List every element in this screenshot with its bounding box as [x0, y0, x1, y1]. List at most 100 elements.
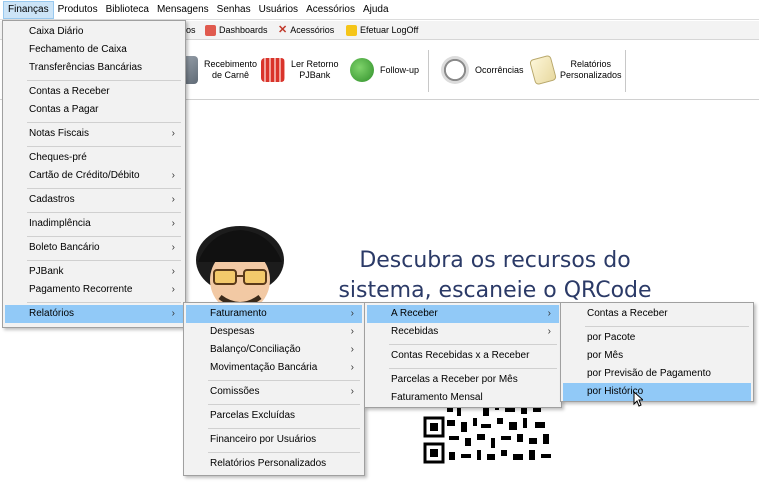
menu-relatorios-dropdown: Faturamento › Despesas › Balanço/Conciliaç… [183, 302, 365, 476]
menu-item-contas-pagar[interactable]: Contas a Pagar [5, 101, 183, 119]
menu-item-label: Faturamento [210, 308, 267, 319]
menu-item-parcelas-receber-mes[interactable]: Parcelas a Receber por Mês [367, 371, 559, 389]
menu-item-pjbank[interactable]: PJBank › [5, 263, 183, 281]
toolbar-separator [625, 50, 626, 92]
menu-item-label: Boleto Bancário [29, 242, 100, 253]
menu-item-label: Recebidas [391, 326, 439, 337]
menu-divider [208, 452, 360, 453]
menu-item-label: Faturamento Mensal [391, 392, 483, 403]
menu-item-label: Notas Fiscais [29, 128, 90, 139]
menu-item-parcelas-excluidas[interactable]: Parcelas Excluídas [186, 407, 362, 425]
chevron-right-icon: › [171, 242, 175, 253]
menu-item-movimentacao[interactable]: Movimentação Bancária › [186, 359, 362, 377]
menu-mensagens[interactable]: Mensagens [153, 1, 213, 19]
tool-relatorios-personalizados[interactable]: Relatórios Personalizados [529, 48, 622, 92]
menu-item-a-receber[interactable]: A Receber › [367, 305, 559, 323]
tool-recebimento-carne[interactable]: Recebimento de Carnê [182, 48, 257, 92]
menu-item-caixa-diario[interactable]: Caixa Diário [5, 23, 183, 41]
menu-item-faturamento[interactable]: Faturamento › [186, 305, 362, 323]
menu-item-por-pacote[interactable]: por Pacote [563, 329, 751, 347]
menu-item-por-mes[interactable]: por Mês [563, 347, 751, 365]
menu-divider [27, 146, 181, 147]
menu-item-comissoes[interactable]: Comissões › [186, 383, 362, 401]
menu-item-label: Balanço/Conciliação [210, 344, 301, 355]
menu-item-contas-receber[interactable]: Contas a Receber [5, 83, 183, 101]
menu-item-por-previsao[interactable]: por Previsão de Pagamento [563, 365, 751, 383]
report-icon [529, 54, 557, 86]
quicklink-logoff[interactable]: Efetuar LogOff [346, 23, 418, 38]
menu-item-notas-fiscais[interactable]: Notas Fiscais › [5, 125, 183, 143]
menu-item-cheques-pre[interactable]: Cheques-pré [5, 149, 183, 167]
tool-ler-retorno[interactable]: Ler Retorno PJBank [261, 48, 339, 92]
chevron-right-icon: › [350, 362, 354, 373]
menu-item-label: Inadimplência [29, 218, 91, 229]
menu-ajuda[interactable]: Ajuda [359, 1, 393, 19]
menu-produtos[interactable]: Produtos [54, 1, 102, 19]
quicklink-acessorios[interactable]: ✕ Acessórios [278, 23, 334, 38]
menu-item-label: por Mês [587, 350, 624, 361]
menu-divider [208, 404, 360, 405]
menu-divider [208, 380, 360, 381]
chevron-right-icon: › [350, 326, 354, 337]
menu-item-inadimplencia[interactable]: Inadimplência › [5, 215, 183, 233]
tool-follow-up-label: Follow-up [380, 64, 420, 75]
hero-text: Descubra os recursos do sistema, escanei… [330, 246, 660, 306]
menu-item-label: A Receber [391, 308, 438, 319]
chevron-right-icon: › [350, 308, 354, 319]
menu-divider [27, 302, 181, 303]
menu-item-balanco[interactable]: Balanço/Conciliação › [186, 341, 362, 359]
menu-item-label: Caixa Diário [29, 26, 84, 37]
menu-item-relatorios[interactable]: Relatórios › [5, 305, 183, 323]
stopwatch-icon [441, 56, 469, 84]
menu-acessorios[interactable]: Acessórios [302, 1, 359, 19]
menu-divider [27, 212, 181, 213]
chevron-right-icon: › [547, 308, 551, 319]
menu-financas-dropdown: Caixa Diário Fechamento de Caixa Transfe… [2, 20, 186, 328]
menu-item-transferencias[interactable]: Transferências Bancárias [5, 59, 183, 77]
menu-item-boleto[interactable]: Boleto Bancário › [5, 239, 183, 257]
menu-item-cadastros[interactable]: Cadastros › [5, 191, 183, 209]
menu-item-relatorios-personalizados[interactable]: Relatórios Personalizados [186, 455, 362, 473]
menu-item-cartao[interactable]: Cartão de Crédito/Débito › [5, 167, 183, 185]
chart-icon [205, 25, 216, 36]
menu-bar: Finanças Produtos Biblioteca Mensagens S… [0, 0, 759, 20]
menu-item-label: Cheques-pré [29, 152, 87, 163]
menu-divider [27, 188, 181, 189]
menu-item-label: Transferências Bancárias [29, 62, 143, 73]
menu-item-faturamento-mensal[interactable]: Faturamento Mensal [367, 389, 559, 407]
menu-senhas[interactable]: Senhas [213, 1, 255, 19]
menu-item-despesas[interactable]: Despesas › [186, 323, 362, 341]
menu-item-contas-a-receber[interactable]: Contas a Receber [563, 305, 751, 323]
menu-biblioteca[interactable]: Biblioteca [102, 1, 153, 19]
menu-item-fechamento-caixa[interactable]: Fechamento de Caixa [5, 41, 183, 59]
menu-item-label: Cartão de Crédito/Débito [29, 170, 140, 181]
tool-recebimento-carne-label: Recebimento de Carnê [204, 59, 258, 80]
tool-ocorrencias[interactable]: Ocorrências [441, 48, 524, 92]
menu-divider [27, 80, 181, 81]
tool-follow-up[interactable]: Follow-up [350, 48, 419, 92]
chevron-right-icon: › [350, 344, 354, 355]
menu-item-label: Contas Recebidas x a Receber [391, 350, 530, 361]
menu-divider [389, 344, 557, 345]
menu-item-label: Fechamento de Caixa [29, 44, 127, 55]
menu-item-contas-recebidas-x-receber[interactable]: Contas Recebidas x a Receber [367, 347, 559, 365]
menu-item-por-historico[interactable]: por Histórico [563, 383, 751, 401]
chevron-right-icon: › [350, 386, 354, 397]
hero-line-1: Descubra os recursos do [359, 248, 631, 273]
menu-item-label: Financeiro por Usuários [210, 434, 317, 445]
menu-item-recebidas[interactable]: Recebidas › [367, 323, 559, 341]
quicklink-partial[interactable]: os [186, 23, 196, 38]
menu-divider [389, 368, 557, 369]
menu-financas[interactable]: Finanças [3, 0, 54, 19]
toolbar-separator [428, 50, 429, 92]
menu-item-label: Parcelas Excluídas [210, 410, 296, 421]
menu-usuarios[interactable]: Usuários [255, 1, 302, 19]
tool-ocorrencias-label: Ocorrências [475, 64, 524, 75]
tool-ler-retorno-label: Ler Retorno PJBank [291, 59, 339, 80]
tool-relatorios-personalizados-label: Relatórios Personalizados [560, 59, 622, 80]
quicklink-dashboards[interactable]: Dashboards [205, 23, 268, 38]
menu-item-pagamento-recorrente[interactable]: Pagamento Recorrente › [5, 281, 183, 299]
menu-item-financeiro-usuarios[interactable]: Financeiro por Usuários [186, 431, 362, 449]
menu-item-label: por Pacote [587, 332, 636, 343]
chevron-right-icon: › [171, 308, 175, 319]
